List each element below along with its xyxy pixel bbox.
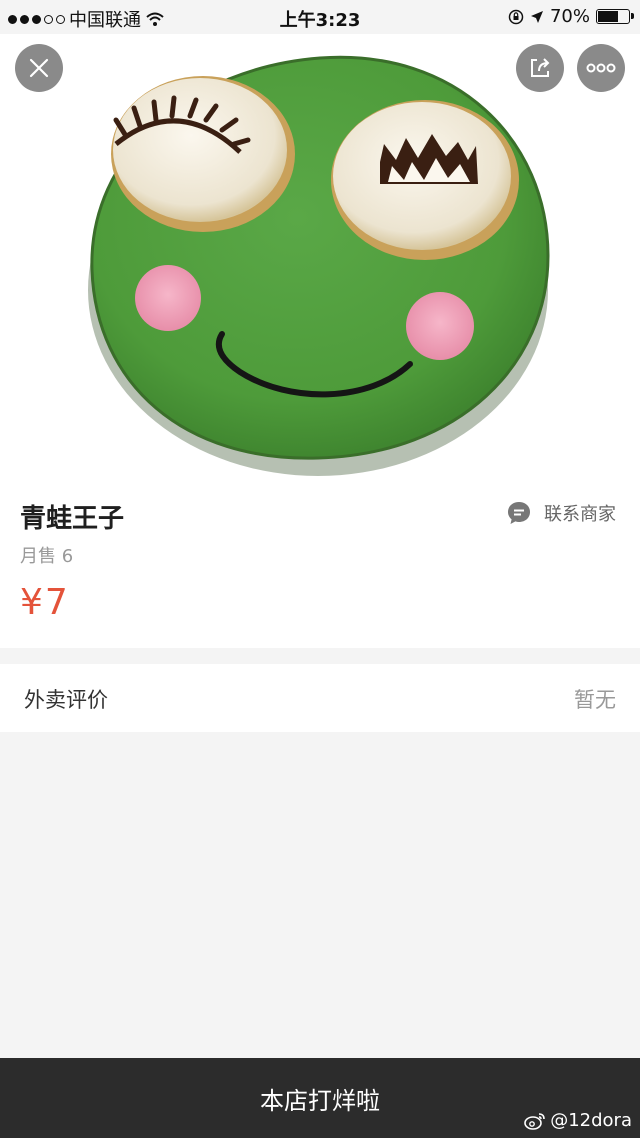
chat-icon (508, 502, 530, 524)
product-image (0, 34, 640, 480)
status-bar: 中国联通 上午3:23 70% (0, 0, 640, 34)
weibo-icon (524, 1112, 546, 1130)
location-icon (530, 10, 543, 23)
battery-percent: 70% (549, 6, 590, 27)
rotation-lock-icon (508, 9, 524, 24)
watermark: @12dora (524, 1110, 632, 1131)
store-closed-label: 本店打烊啦 (260, 1086, 380, 1115)
status-right: 70% (508, 6, 634, 27)
product-info: 青蛙王子 联系商家 月售 6 ¥7 (0, 480, 640, 648)
share-button[interactable] (516, 44, 564, 92)
share-icon (531, 58, 550, 77)
contact-merchant-button[interactable]: 联系商家 (506, 500, 616, 526)
reviews-section[interactable]: 外卖评价 暂无 (0, 664, 640, 732)
reviews-title: 外卖评价 (24, 688, 108, 712)
contact-merchant-label: 联系商家 (544, 504, 616, 525)
watermark-handle: @12dora (550, 1110, 632, 1131)
price: ¥7 (20, 582, 70, 623)
frog-cookie-illustration (88, 55, 550, 476)
more-icon (586, 63, 616, 73)
battery-level (598, 11, 618, 22)
battery-icon (596, 9, 634, 24)
close-icon (29, 58, 49, 78)
monthly-sales: 月售 6 (20, 546, 74, 567)
reviews-status: 暂无 (574, 688, 616, 712)
more-button[interactable] (577, 44, 625, 92)
close-button[interactable] (15, 44, 63, 92)
product-name: 青蛙王子 (20, 504, 125, 534)
